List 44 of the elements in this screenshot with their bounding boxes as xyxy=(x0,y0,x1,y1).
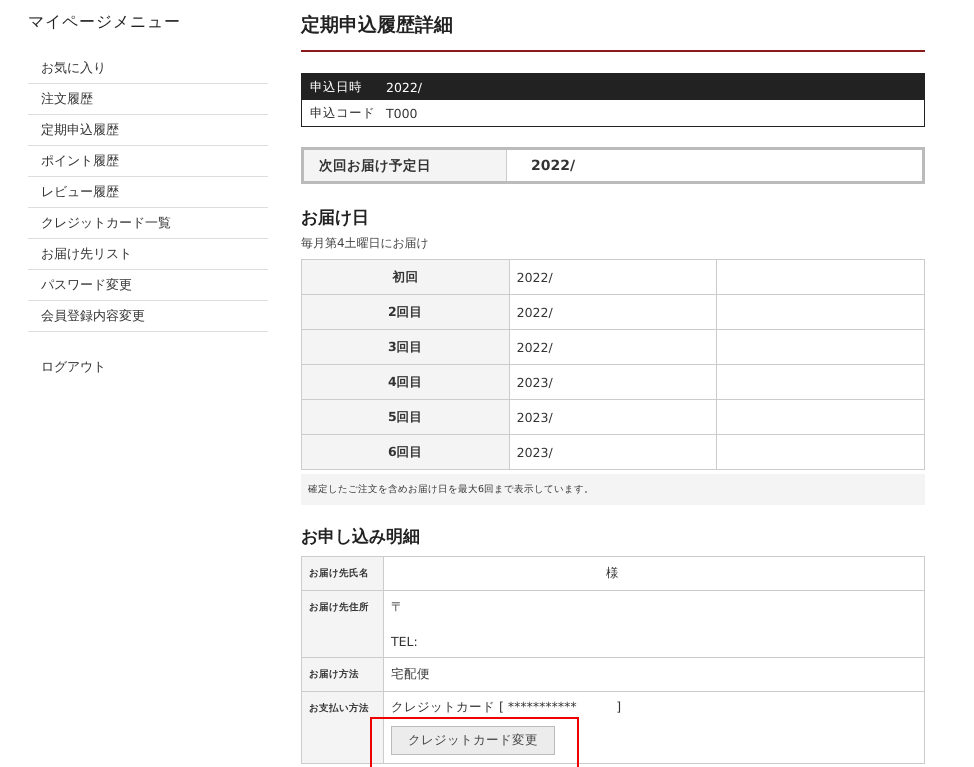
menu-link[interactable]: お気に入り xyxy=(41,59,106,77)
detail-label-cell: お支払い方法 xyxy=(302,692,384,764)
delivery-number-cell: 6回目 xyxy=(302,434,510,470)
phone-label: TEL: xyxy=(391,634,419,649)
delivery-date-cell: 2022/ xyxy=(509,294,717,330)
summary-label: 申込コード xyxy=(310,104,376,122)
summary-value: T000 xyxy=(386,106,418,120)
delivery-number-cell: 3回目 xyxy=(302,330,510,364)
menu-link[interactable]: レビュー履歴 xyxy=(41,183,119,201)
next-delivery-label: 次回お届け予定日 xyxy=(304,150,507,181)
menu-title: マイページメニュー xyxy=(28,12,182,33)
delivery-number-cell: 4回目 xyxy=(302,364,510,400)
menu-link[interactable]: ポイント履歴 xyxy=(41,152,119,170)
delivery-number-cell: 初回 xyxy=(302,260,510,294)
menu-link[interactable]: パスワード変更 xyxy=(41,276,132,294)
postal-mark: 〒 xyxy=(391,599,405,616)
delivery-date-cell: 2023/ xyxy=(509,364,717,400)
section-heading: お届け日 xyxy=(301,207,370,229)
detail-label-cell: お届け先住所 xyxy=(302,590,384,658)
detail-value-cell: 様 xyxy=(384,556,924,590)
menu-link[interactable]: 会員登録内容変更 xyxy=(41,307,145,325)
menu-link[interactable]: クレジットカード一覧 xyxy=(41,214,171,232)
delivery-date-cell: 2022/ xyxy=(509,330,717,364)
change-card-button[interactable]: クレジットカード変更 xyxy=(391,726,555,755)
payment-method-text: クレジットカード [ *********** ] xyxy=(391,700,622,714)
logout-link[interactable]: ログアウト xyxy=(41,358,106,376)
delivery-number-cell: 5回目 xyxy=(302,400,510,434)
menu-link[interactable]: 注文履歴 xyxy=(41,90,93,108)
page-title: 定期申込履歴詳細 xyxy=(301,12,925,52)
summary-value: 2022/ xyxy=(386,80,422,94)
delivery-date-cell: 2023/ xyxy=(509,434,717,470)
delivery-date-cell: 2022/ xyxy=(509,260,717,294)
menu-link[interactable]: 定期申込履歴 xyxy=(41,121,119,139)
detail-label-cell: お届け先氏名 xyxy=(302,556,384,590)
menu-link[interactable]: お届け先リスト xyxy=(41,245,132,263)
next-delivery-date: 2022/ xyxy=(530,156,576,176)
delivery-number-cell: 2回目 xyxy=(302,294,510,330)
detail-label-cell: お届け方法 xyxy=(302,658,384,692)
note-text: 確定したご注文を含めお届け日を最大6回まで表示しています。 xyxy=(301,474,925,505)
delivery-date-cell: 2023/ xyxy=(509,400,717,434)
detail-value-cell: 宅配便 xyxy=(384,658,924,692)
summary-label: 申込日時 xyxy=(310,78,363,96)
section-heading: お申し込み明細 xyxy=(301,526,421,548)
schedule-text: 毎月第4土曜日にお届け xyxy=(301,235,430,252)
